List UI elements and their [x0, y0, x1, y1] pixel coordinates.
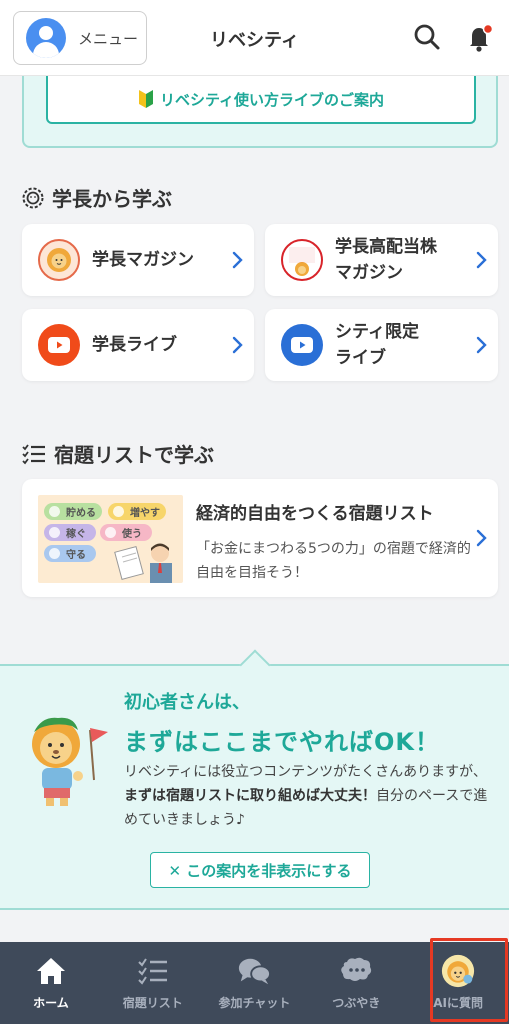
user-avatar-icon: [26, 18, 66, 58]
earn-pill: 稼ぐ: [44, 524, 96, 541]
nav-joined-chat[interactable]: 参加チャット: [204, 942, 306, 1024]
bottom-nav: ホーム 宿題リスト 参加チャット つぶやき AIに質問: [0, 942, 509, 1024]
beginner-line1: 初心者さんは、: [124, 692, 250, 713]
nav-homework-list[interactable]: 宿題リスト: [102, 942, 204, 1024]
save-pill: 貯める: [44, 503, 102, 520]
chevron-right-icon: [476, 529, 487, 547]
beginner-body: リベシティには役立つコンテンツがたくさんありますが、まずは宿題リストに取り組めば…: [124, 764, 488, 828]
guide-card: リベシティ使い方ライブのご案内: [22, 76, 498, 148]
youtube-blue-icon: [281, 324, 323, 366]
beginner-line2: まずはここまでやればOK！: [124, 728, 440, 756]
menu-label: メニュー: [78, 29, 139, 48]
checklist-icon: [22, 443, 45, 464]
checklist-icon: [136, 954, 170, 988]
hide-guide-button[interactable]: ✕ この案内を非表示にする: [150, 852, 370, 888]
protect-pill: 守る: [44, 545, 96, 562]
live-guide-label: リベシティ使い方ライブのご案内: [159, 90, 385, 109]
beginner-guide-panel: 初心者さんは、 まずはここまでやればOK！ リベシティには役立つコンテンツがたく…: [0, 649, 509, 910]
city-live-tile[interactable]: シティ限定 ライブ: [265, 309, 498, 381]
president-section-title: 学長から学ぶ: [22, 183, 172, 212]
lion-face-icon: [22, 187, 44, 208]
nav-home[interactable]: ホーム: [0, 942, 102, 1024]
chevron-right-icon: [232, 336, 243, 354]
lion-mascot-icon: [32, 717, 108, 806]
grow-pill: 増やす: [108, 503, 166, 520]
nav-ask-ai[interactable]: AIに質問: [407, 942, 509, 1024]
search-icon[interactable]: [412, 22, 442, 52]
youtube-red-icon: [38, 324, 80, 366]
notification-bell-icon[interactable]: [464, 22, 496, 54]
beginner-mark-icon: [138, 90, 153, 108]
chevron-right-icon: [476, 251, 487, 269]
tweet-bubble-icon: [339, 954, 373, 988]
panel-notch: [239, 649, 271, 681]
chat-bubbles-icon: [237, 954, 272, 988]
ai-lion-avatar-icon: [441, 954, 475, 988]
dividend-stock-icon: [281, 239, 323, 281]
homework-section-title: 宿題リストで学ぶ: [22, 439, 214, 468]
homework-card-title: 経済的自由をつくる宿題リスト: [196, 504, 434, 524]
chevron-right-icon: [476, 336, 487, 354]
homework-list-card[interactable]: 貯める 増やす 稼ぐ 使う 守る 経済的自由をつくる宿題リスト 「お金にまつわる…: [22, 479, 498, 597]
dividend-magazine-label: 学長高配当株 マガジン: [335, 237, 437, 283]
president-magazine-tile[interactable]: 学長マガジン: [22, 224, 254, 296]
businessman-illustration-icon: [114, 543, 172, 583]
homework-illustration: 貯める 増やす 稼ぐ 使う 守る: [38, 495, 183, 583]
menu-button[interactable]: メニュー: [13, 11, 147, 65]
live-guide-button[interactable]: リベシティ使い方ライブのご案内: [46, 76, 476, 124]
president-live-tile[interactable]: 学長ライブ: [22, 309, 254, 381]
dividend-magazine-tile[interactable]: 学長高配当株 マガジン: [265, 224, 498, 296]
nav-tweets[interactable]: つぶやき: [305, 942, 407, 1024]
lion-magazine-icon: [38, 239, 80, 281]
homework-card-desc: 「お金にまつわる5つの力」の宿題で経済的自由を目指そう！: [196, 541, 471, 581]
app-header: メニュー リベシティ: [0, 0, 509, 76]
president-live-label: 学長ライブ: [92, 335, 177, 355]
city-live-label: シティ限定 ライブ: [335, 322, 419, 368]
president-magazine-label: 学長マガジン: [92, 250, 194, 270]
home-icon: [34, 954, 68, 988]
chevron-right-icon: [232, 251, 243, 269]
